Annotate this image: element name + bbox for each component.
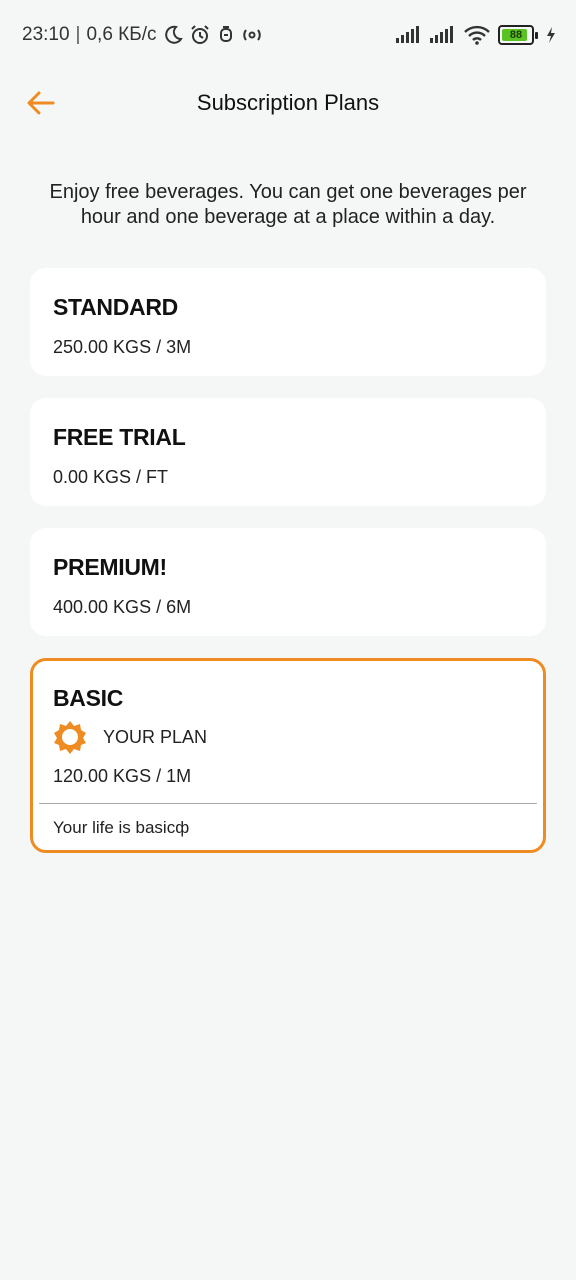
moon-icon bbox=[163, 25, 183, 45]
notification-icon bbox=[217, 25, 235, 45]
clock: 23:10 bbox=[22, 24, 70, 45]
status-bar-left: 23:10 | 0,6 КБ/с bbox=[22, 22, 263, 48]
plan-name: PREMIUM! bbox=[53, 554, 167, 580]
divider bbox=[39, 803, 537, 804]
hotspot-icon bbox=[241, 26, 263, 44]
battery-icon: 88 bbox=[498, 25, 538, 45]
plan-description: Your life is basicф bbox=[53, 818, 190, 837]
network-speed: 0,6 КБ/с bbox=[86, 24, 157, 45]
your-plan-label: YOUR PLAN bbox=[103, 726, 208, 747]
plan-card-free-trial[interactable]: FREE TRIAL 0.00 KGS / FT bbox=[30, 398, 546, 506]
plan-name: FREE TRIAL bbox=[53, 424, 186, 450]
plan-card-premium[interactable]: PREMIUM! 400.00 KGS / 6M bbox=[30, 528, 546, 636]
battery-level: 88 bbox=[509, 29, 523, 41]
app-header: Subscription Plans bbox=[0, 70, 576, 136]
status-bar: 23:10 | 0,6 КБ/с 88 bbox=[0, 0, 576, 70]
wifi-icon bbox=[464, 25, 490, 45]
plan-price: 400.00 KGS / 6M bbox=[53, 597, 192, 617]
plan-price: 250.00 KGS / 3M bbox=[53, 337, 192, 357]
sun-badge-icon bbox=[54, 721, 86, 754]
plan-card-standard[interactable]: STANDARD 250.00 KGS / 3M bbox=[30, 268, 546, 376]
separator: | bbox=[75, 24, 81, 45]
plan-price: 0.00 KGS / FT bbox=[53, 467, 169, 487]
plan-name: STANDARD bbox=[53, 294, 178, 320]
alarm-icon bbox=[189, 24, 211, 46]
plan-name: BASIC bbox=[53, 685, 124, 711]
signal-icon bbox=[396, 26, 422, 44]
signal-icon bbox=[430, 26, 456, 44]
page-title: Subscription Plans bbox=[196, 90, 380, 115]
plan-price: 120.00 KGS / 1M bbox=[53, 766, 192, 786]
charging-icon bbox=[546, 27, 556, 43]
plans-description: Enjoy free beverages. You can get one be… bbox=[49, 181, 527, 228]
plan-card-basic-current[interactable]: BASIC YOUR PLAN 120.00 KGS / 1M Your lif… bbox=[30, 658, 546, 853]
your-plan-badge: YOUR PLAN bbox=[33, 720, 543, 754]
plan-list: STANDARD 250.00 KGS / 3M FREE TRIAL 0.00… bbox=[30, 268, 546, 875]
status-bar-right: 88 bbox=[396, 22, 556, 48]
